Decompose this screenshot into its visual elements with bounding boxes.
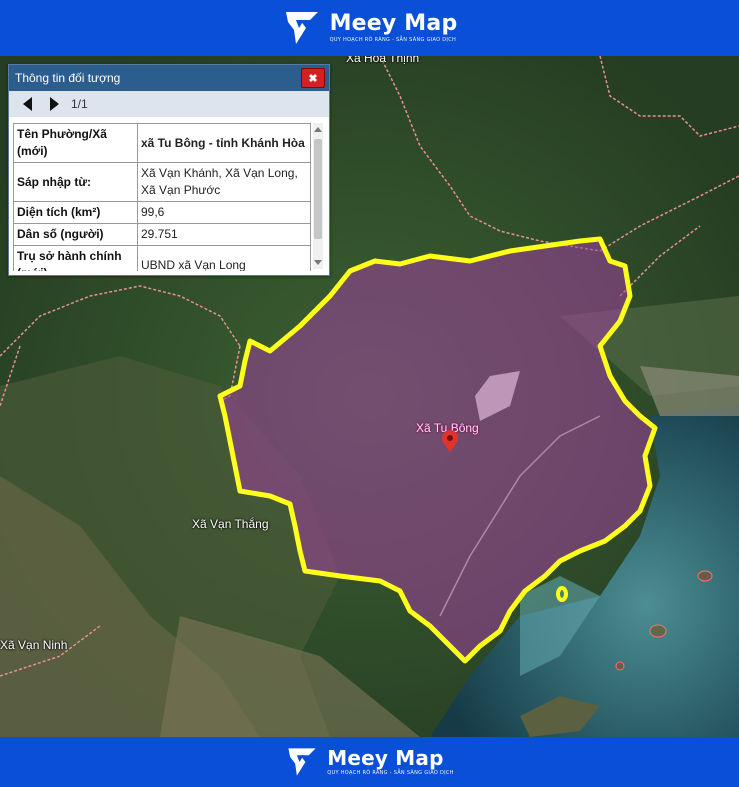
row-key: Dân số (người) <box>13 223 138 246</box>
vertical-scrollbar[interactable] <box>313 123 323 269</box>
map-pin-icon[interactable] <box>442 430 458 452</box>
brand-name-bottom: Meey Map <box>327 746 444 770</box>
row-key: Sáp nhập từ: <box>13 162 138 202</box>
row-value: Xã Vạn Khánh, Xã Vạn Long, Xã Vạn Phước <box>137 162 311 202</box>
pager: 1/1 <box>9 91 329 117</box>
prev-page-icon[interactable] <box>23 97 32 111</box>
info-table-container[interactable]: Tên Phường/Xã (mới) xã Tu Bông - tỉnh Kh… <box>13 123 325 271</box>
label-xa-van-thang: Xã Vạn Thắng <box>192 517 269 531</box>
row-key: Diện tích (km²) <box>13 201 138 224</box>
row-value: xã Tu Bông - tỉnh Khánh Hòa <box>137 123 311 163</box>
scroll-up-icon[interactable] <box>314 127 322 132</box>
next-page-icon[interactable] <box>50 97 59 111</box>
table-row: Diện tích (km²) 99,6 <box>13 201 311 224</box>
panel-header: Thông tin đối tượng ✖ <box>9 65 329 91</box>
brand-name: Meey Map <box>329 11 458 36</box>
row-key: Trụ sở hành chính (mới) <box>13 245 138 271</box>
table-row: Dân số (người) 29.751 <box>13 223 311 246</box>
row-value: 99,6 <box>137 201 311 224</box>
brand-logo: Meey Map QUY HOẠCH RÕ RÀNG - SẴN SÀNG GI… <box>282 8 458 48</box>
row-key: Tên Phường/Xã (mới) <box>13 123 138 163</box>
panel-title: Thông tin đối tượng <box>15 71 121 85</box>
label-xa-van-ninh: Xã Vạn Ninh <box>0 638 68 652</box>
page-indicator: 1/1 <box>71 97 88 111</box>
bottom-banner: Meey Map QUY HOẠCH RÕ RÀNG - SẴN SÀNG GI… <box>0 737 739 787</box>
brand-tagline: QUY HOẠCH RÕ RÀNG - SẴN SÀNG GIAO DỊCH <box>329 37 457 43</box>
meey-logo-icon <box>288 748 316 776</box>
table-row: Tên Phường/Xã (mới) xã Tu Bông - tỉnh Kh… <box>13 123 311 163</box>
brand-logo-bottom: Meey Map QUY HOẠCH RÕ RÀNG - SẴN SÀNG GI… <box>285 745 453 779</box>
meey-logo-icon <box>285 12 318 44</box>
label-xa-hoa-thinh: Xã Hòa Thịnh <box>346 56 420 65</box>
row-value: 29.751 <box>137 223 311 246</box>
table-row: Sáp nhập từ: Xã Vạn Khánh, Xã Vạn Long, … <box>13 162 311 202</box>
info-table: Tên Phường/Xã (mới) xã Tu Bông - tỉnh Kh… <box>13 123 311 271</box>
scroll-thumb[interactable] <box>314 139 322 239</box>
table-row: Trụ sở hành chính (mới) UBND xã Vạn Long <box>13 245 311 271</box>
object-info-panel: Thông tin đối tượng ✖ 1/1 Tên Phường/Xã … <box>8 64 330 276</box>
close-button[interactable]: ✖ <box>301 68 325 88</box>
row-value: UBND xã Vạn Long <box>137 245 311 271</box>
scroll-down-icon[interactable] <box>314 260 322 265</box>
brand-tagline-bottom: QUY HOẠCH RÕ RÀNG - SẴN SÀNG GIAO DỊCH <box>327 770 454 776</box>
top-banner: Meey Map QUY HOẠCH RÕ RÀNG - SẴN SÀNG GI… <box>0 0 739 56</box>
